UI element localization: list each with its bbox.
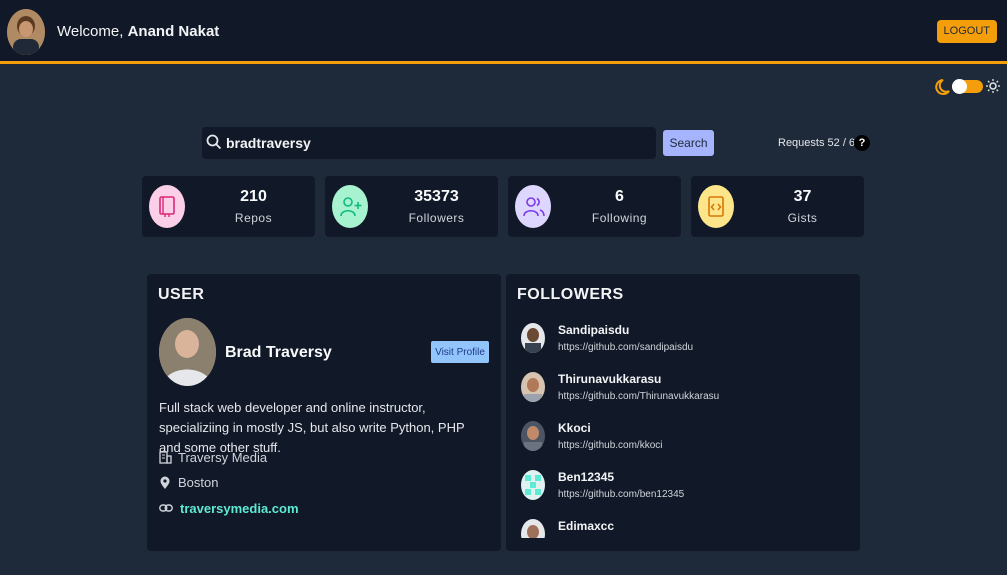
- rate-limit-text: Requests 52 / 60: [778, 137, 862, 149]
- stat-card-following: 6 Following: [508, 176, 681, 237]
- follower-url[interactable]: https://github.com/ben12345: [558, 489, 684, 500]
- user-bio: Full stack web developer and online inst…: [159, 400, 465, 455]
- follower-name: Edimaxcc: [558, 519, 615, 533]
- location-text: Boston: [178, 475, 219, 490]
- gists-label: Gists: [787, 211, 818, 225]
- follower-avatar: [521, 519, 545, 538]
- building-icon: [159, 451, 172, 464]
- follower-avatar: [521, 372, 545, 402]
- code-file-icon: [698, 185, 734, 228]
- logout-button[interactable]: LOGOUT: [936, 20, 997, 43]
- following-count: 6: [615, 188, 624, 205]
- followers-label: Followers: [408, 211, 465, 225]
- follower-url[interactable]: https://github.com/sandipaisdu: [558, 342, 693, 353]
- stat-card-followers: 35373 Followers: [325, 176, 498, 237]
- logged-in-user-name: Anand Nakat: [127, 23, 220, 40]
- follower-avatar: [521, 421, 545, 451]
- followers-panel-title: FOLLOWERS: [517, 286, 624, 303]
- user-avatar: [159, 318, 216, 386]
- user-panel-title: USER: [158, 286, 205, 303]
- follower-item[interactable]: Edimaxcc: [521, 519, 841, 538]
- welcome-prefix: Welcome,: [57, 23, 124, 40]
- blog-link[interactable]: traversymedia.com: [180, 501, 299, 516]
- users-icon: [515, 185, 551, 228]
- toggle-knob: [952, 79, 967, 94]
- visit-profile-button[interactable]: Visit Profile: [431, 341, 489, 363]
- search-input[interactable]: [226, 131, 646, 155]
- follower-name: Ben12345: [558, 470, 615, 484]
- repos-count: 210: [240, 188, 267, 205]
- follower-item[interactable]: Sandipaisdu https://github.com/sandipais…: [521, 323, 841, 363]
- stat-card-repos: 210 Repos: [142, 176, 315, 237]
- follower-name: Sandipaisdu: [558, 323, 630, 337]
- followers-panel: FOLLOWERS Sandipaisdu https://github.com…: [506, 274, 860, 551]
- repos-label: Repos: [234, 211, 273, 225]
- follower-avatar: [521, 323, 545, 353]
- moon-icon: [935, 79, 950, 95]
- follower-name: Kkoci: [558, 421, 591, 435]
- link-icon: [159, 504, 173, 512]
- user-name: Brad Traversy: [225, 344, 332, 361]
- location-pin-icon: [160, 476, 170, 489]
- search-bar: [202, 127, 656, 159]
- follower-name: Thirunavukkarasu: [558, 372, 662, 386]
- gists-count: 37: [793, 188, 812, 205]
- top-navbar: Welcome, Anand Nakat LOGOUT: [0, 0, 1007, 64]
- search-button[interactable]: Search: [663, 130, 714, 156]
- follower-item[interactable]: Ben12345 https://github.com/ben12345: [521, 470, 841, 510]
- user-panel: USER Brad Traversy Visit Profile Full st…: [147, 274, 501, 551]
- user-plus-icon: [332, 185, 368, 228]
- stat-card-gists: 37 Gists: [691, 176, 864, 237]
- follower-url[interactable]: https://github.com/kkoci: [558, 440, 663, 451]
- follower-item[interactable]: Kkoci https://github.com/kkoci: [521, 421, 841, 461]
- company-text: Traversy Media: [178, 450, 268, 465]
- welcome-text: Welcome, Anand Nakat: [57, 23, 219, 40]
- help-icon[interactable]: ?: [854, 135, 870, 151]
- follower-avatar: [521, 470, 545, 500]
- avatar: [7, 9, 45, 55]
- sun-icon: [986, 79, 1000, 93]
- follower-item[interactable]: Thirunavukkarasu https://github.com/Thir…: [521, 372, 841, 412]
- following-label: Following: [591, 211, 648, 225]
- search-icon: [206, 134, 222, 150]
- follower-url[interactable]: https://github.com/Thirunavukkarasu: [558, 391, 719, 402]
- theme-toggle[interactable]: [952, 79, 983, 94]
- repo-book-icon: [149, 185, 185, 228]
- followers-count: 35373: [414, 188, 459, 205]
